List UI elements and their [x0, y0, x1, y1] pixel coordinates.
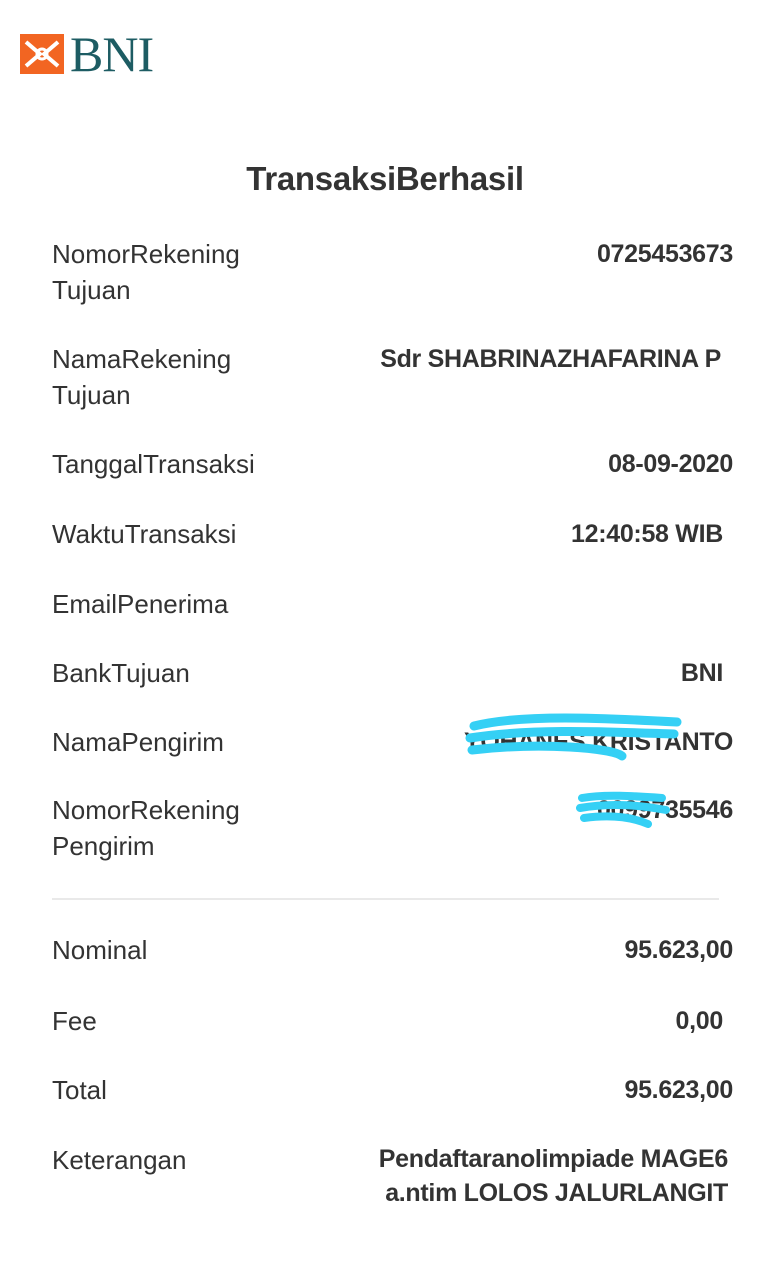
- summary-value: Pendaftaranolimpiade MAGE6 a.ntim LOLOS …: [378, 1145, 729, 1207]
- summary-value: 95.623,00: [624, 936, 733, 964]
- detail-value: 12:40:58 WIB: [570, 520, 723, 548]
- detail-value: YOHANES KRISTANTO: [464, 728, 733, 756]
- detail-value: 0725453673: [596, 240, 733, 268]
- detail-label: BankTujuan: [52, 658, 190, 688]
- detail-label: EmailPenerima: [52, 589, 229, 619]
- detail-label: NamaPengirim: [52, 727, 224, 757]
- summary-label: Nominal: [52, 935, 148, 965]
- summary-value: 0,00: [675, 1007, 724, 1035]
- bni-logo-text: BNI: [70, 26, 154, 82]
- bni-logo: BNI: [20, 26, 154, 82]
- detail-value: 0099735546: [596, 796, 733, 824]
- detail-label: TanggalTransaksi: [52, 449, 255, 479]
- detail-value: BNI: [680, 659, 723, 687]
- summary-label: Total: [52, 1075, 107, 1105]
- page-title: TransaksiBerhasil: [246, 160, 524, 197]
- bni-logo-mark-icon: [20, 34, 64, 74]
- section-divider: [52, 898, 719, 900]
- summary-label: Keterangan: [52, 1145, 187, 1175]
- detail-label: NomorRekening Tujuan: [52, 239, 240, 305]
- summary-label: Fee: [52, 1006, 97, 1036]
- summary-value: 95.623,00: [624, 1076, 733, 1104]
- detail-label: NomorRekening Pengirim: [52, 795, 240, 861]
- detail-label: NamaRekening Tujuan: [52, 344, 232, 410]
- detail-value: 08-09-2020: [608, 450, 733, 478]
- detail-value: Sdr SHABRINAZHAFARINA P: [380, 345, 721, 373]
